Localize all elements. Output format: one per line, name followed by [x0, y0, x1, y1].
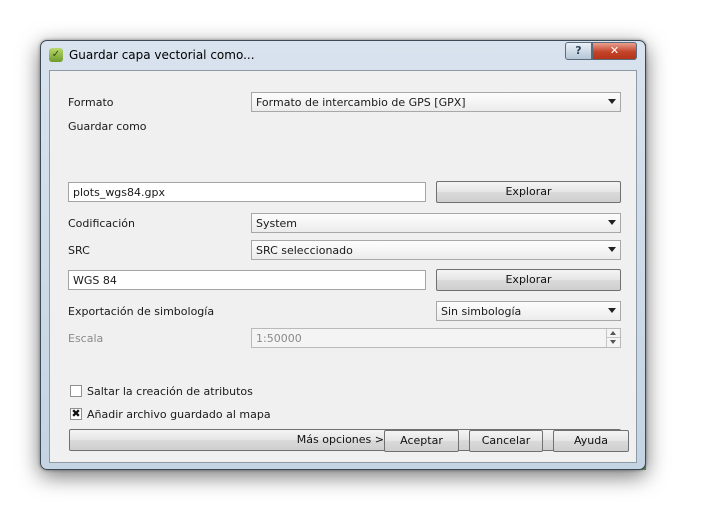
crs-text: WGS 84 — [73, 274, 117, 287]
format-select[interactable]: Formato de intercambio de GPS [GPX] — [251, 92, 621, 112]
save-as-input[interactable]: plots_wgs84.gpx — [68, 182, 426, 202]
skip-attributes-label: Saltar la creación de atributos — [87, 385, 253, 398]
help-button[interactable]: Ayuda — [553, 430, 629, 452]
encoding-label: Codificación — [68, 217, 135, 230]
checkmark-icon: ✖ — [71, 407, 81, 420]
close-icon: ✕ — [609, 44, 620, 57]
add-to-map-label: Añadir archivo guardado al mapa — [87, 408, 271, 421]
chevron-down-icon — [608, 220, 616, 225]
crs-value: SRC seleccionado — [256, 244, 353, 257]
crs-label: SRC — [68, 244, 90, 257]
dialog-title: Guardar capa vectorial como... — [69, 48, 255, 62]
crs-input[interactable]: WGS 84 — [68, 270, 426, 290]
encoding-select[interactable]: System — [251, 213, 621, 233]
encoding-value: System — [256, 217, 298, 230]
help-title-button[interactable]: ? — [565, 42, 592, 60]
accept-button[interactable]: Aceptar — [384, 430, 459, 452]
symbology-value: Sin simbología — [441, 305, 522, 318]
scale-value: 1:50000 — [256, 332, 302, 345]
add-to-map-checkbox[interactable]: ✖ — [70, 408, 82, 420]
close-button[interactable]: ✕ — [592, 42, 637, 60]
save-vector-layer-dialog: ✓ Guardar capa vectorial como... ? ✕ For… — [40, 40, 646, 470]
symbology-select[interactable]: Sin simbología — [436, 301, 621, 321]
title-bar[interactable]: ✓ Guardar capa vectorial como... ? ✕ — [41, 41, 645, 69]
cancel-button[interactable]: Cancelar — [469, 430, 543, 452]
scale-spinbox[interactable]: 1:50000 — [251, 328, 621, 348]
save-as-value: plots_wgs84.gpx — [73, 186, 165, 199]
save-as-label: Guardar como — [68, 120, 147, 133]
spin-up-icon[interactable] — [606, 329, 620, 338]
chevron-down-icon — [608, 247, 616, 252]
skip-attributes-checkbox[interactable] — [70, 385, 82, 397]
qgis-icon: ✓ — [49, 48, 63, 62]
symbology-label: Exportación de simbología — [68, 305, 215, 318]
scale-label: Escala — [68, 332, 104, 345]
format-label: Formato — [68, 96, 114, 109]
dialog-body: Formato Formato de intercambio de GPS [G… — [49, 70, 637, 463]
browse-crs-button[interactable]: Explorar — [436, 269, 621, 291]
browse-file-button[interactable]: Explorar — [436, 181, 621, 203]
crs-select[interactable]: SRC seleccionado — [251, 240, 621, 260]
format-value: Formato de intercambio de GPS [GPX] — [256, 96, 466, 109]
chevron-down-icon — [608, 99, 616, 104]
chevron-down-icon — [608, 308, 616, 313]
spin-down-icon[interactable] — [606, 338, 620, 347]
